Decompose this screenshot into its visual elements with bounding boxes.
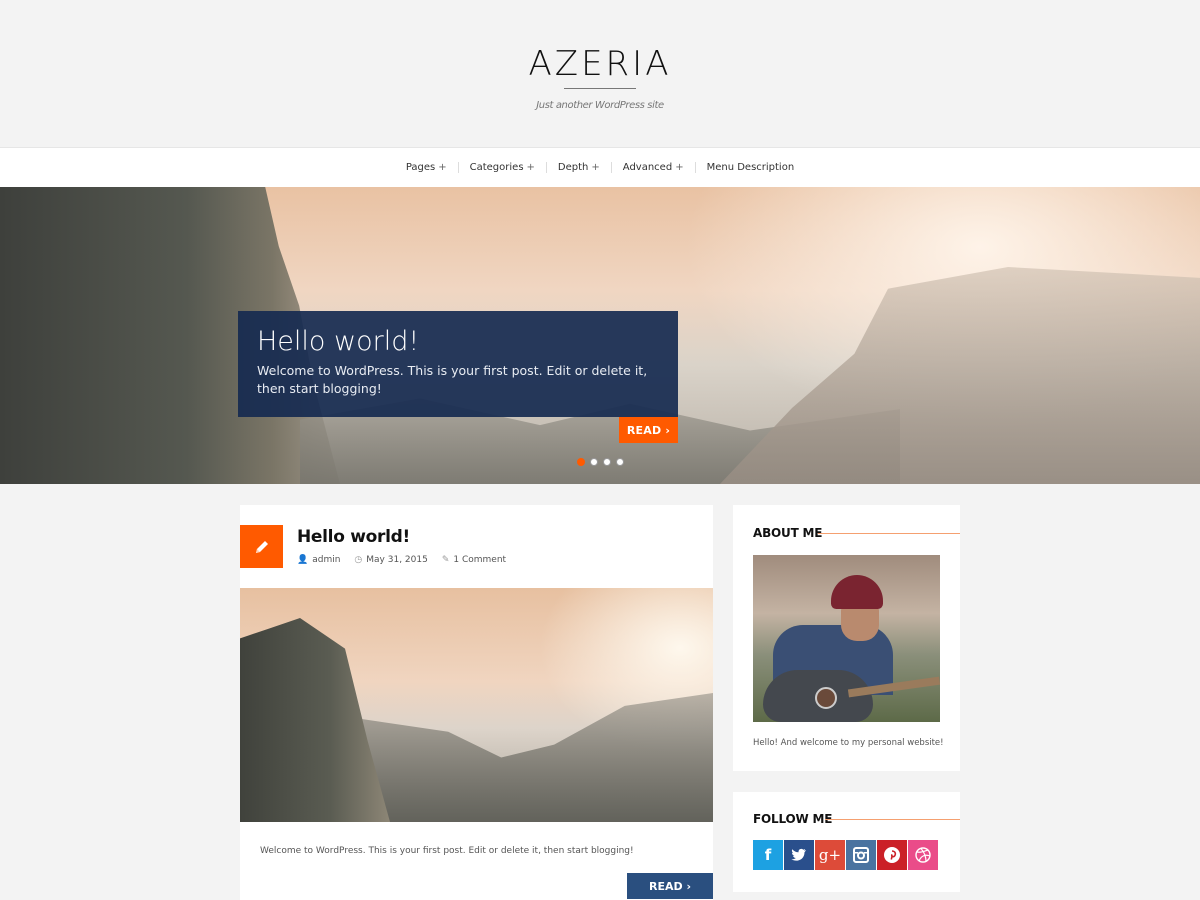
slider-dot-1[interactable] <box>577 458 585 466</box>
google-plus-icon[interactable]: g+ <box>815 840 845 870</box>
image-far-mountains <box>360 693 713 822</box>
post-featured-image[interactable] <box>240 588 713 822</box>
expand-plus-icon: + <box>675 161 684 173</box>
nav-item-categories[interactable]: Categories + <box>459 161 546 175</box>
instagram-icon[interactable] <box>846 840 876 870</box>
facebook-icon[interactable]: f <box>753 840 783 870</box>
slide-title[interactable]: Hello world! <box>257 325 659 358</box>
pencil-icon <box>240 525 283 568</box>
nav-item-pages[interactable]: Pages + <box>395 161 458 175</box>
main-navigation: Pages + Categories + Depth + Advanced + Menu… <box>0 147 1200 187</box>
nav-label: Pages <box>405 161 436 173</box>
slider-dot-4[interactable] <box>616 458 624 466</box>
site-header: AZERIA Just another WordPress site <box>0 0 1200 147</box>
post-meta: 👤 admin ◷ May 31, 2015 ✎ 1 Comment <box>297 555 506 565</box>
pinterest-icon[interactable] <box>877 840 907 870</box>
nav-item-advanced[interactable]: Advanced + <box>612 161 695 175</box>
site-logo[interactable]: AZERIA <box>0 44 1200 84</box>
twitter-icon[interactable] <box>784 840 814 870</box>
slider-dot-3[interactable] <box>603 458 611 466</box>
widget-title-line <box>818 533 960 534</box>
nav-item-depth[interactable]: Depth + <box>547 161 611 175</box>
nav-label: Menu Description <box>706 161 795 173</box>
logo-divider <box>564 88 636 89</box>
expand-plus-icon: + <box>591 161 600 173</box>
clock-icon: ◷ <box>354 555 363 565</box>
expand-plus-icon: + <box>438 161 447 173</box>
slide-image-mountain <box>720 267 1200 484</box>
slide-read-button[interactable]: READ › <box>619 417 678 443</box>
post-excerpt: Welcome to WordPress. This is your first… <box>260 846 634 856</box>
post-card: Hello world! 👤 admin ◷ May 31, 2015 ✎ 1 … <box>240 505 713 900</box>
expand-plus-icon: + <box>526 161 535 173</box>
widget-title-line <box>825 819 960 820</box>
about-text: Hello! And welcome to my personal websit… <box>753 738 944 748</box>
about-photo <box>753 555 940 722</box>
slider-dot-2[interactable] <box>590 458 598 466</box>
slider-pagination <box>577 458 624 466</box>
about-me-widget: ABOUT ME Hello! And welcome to my person… <box>733 505 960 771</box>
post-title[interactable]: Hello world! <box>297 527 410 547</box>
social-links: f g+ <box>753 840 938 870</box>
post-comments[interactable]: 1 Comment <box>453 555 506 565</box>
site-tagline: Just another WordPress site <box>536 100 664 111</box>
post-date[interactable]: May 31, 2015 <box>366 555 428 565</box>
slide-excerpt: Welcome to WordPress. This is your first… <box>257 363 648 396</box>
slide-caption: Hello world! Welcome to WordPress. This … <box>238 311 678 417</box>
nav-label: Advanced <box>622 161 673 173</box>
widget-title: FOLLOW ME <box>753 812 833 826</box>
nav-label: Depth <box>557 161 589 173</box>
post-read-button[interactable]: READ › <box>627 873 713 899</box>
hero-slider: Hello world! Welcome to WordPress. This … <box>0 187 1200 484</box>
nav-label: Categories <box>469 161 524 173</box>
comment-edit-icon: ✎ <box>441 555 450 565</box>
widget-title: ABOUT ME <box>753 526 823 540</box>
nav-item-menu-description[interactable]: Menu Description <box>696 161 806 175</box>
follow-me-widget: FOLLOW ME f g+ <box>733 792 960 892</box>
post-author[interactable]: admin <box>312 555 340 565</box>
user-icon: 👤 <box>297 555 309 565</box>
dribbble-icon[interactable] <box>908 840 938 870</box>
